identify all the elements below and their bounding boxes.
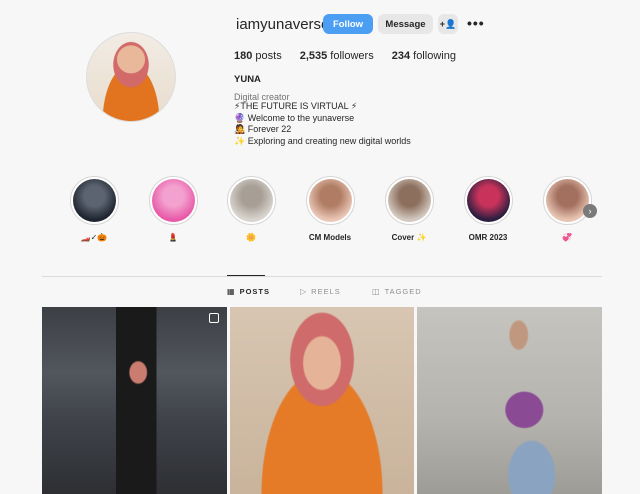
followers-stat[interactable]: 2,535 followers	[300, 50, 374, 62]
more-options-icon[interactable]: •••	[467, 15, 485, 31]
chevron-right-icon[interactable]: ›	[583, 204, 597, 218]
highlight-item[interactable]: 🏎️✓🎃	[64, 176, 124, 242]
follow-button[interactable]: Follow	[323, 14, 373, 34]
message-button[interactable]: Message	[378, 14, 433, 34]
highlight-ring	[226, 176, 276, 225]
tabs-divider	[42, 276, 602, 277]
followers-count: 2,535	[299, 50, 328, 62]
tab-label: TAGGED	[384, 287, 422, 296]
profile-username: iamyunaverse	[236, 16, 330, 33]
post-thumbnail[interactable]	[417, 307, 602, 494]
highlight-label: 💞	[562, 233, 572, 242]
profile-name: YUNA	[234, 74, 261, 85]
highlight-ring	[384, 176, 434, 225]
profile-avatar[interactable]	[86, 32, 176, 122]
highlight-ring	[542, 176, 592, 225]
highlight-label: Cover ✨	[391, 233, 427, 242]
post-thumbnail[interactable]	[42, 307, 227, 494]
highlight-item[interactable]: CM Models	[300, 176, 360, 242]
following-stat[interactable]: 234 following	[392, 50, 456, 62]
following-label: following	[410, 50, 456, 62]
post-thumbnail[interactable]	[230, 307, 414, 494]
bio-line: 🔮 Welcome to the yunaverse	[234, 112, 355, 123]
highlight-cover	[308, 179, 352, 222]
tab-reels[interactable]: ▷ REELS	[300, 287, 341, 296]
bio-line: 🧑‍🎤 Forever 22	[234, 124, 292, 134]
reels-icon: ▷	[300, 287, 308, 296]
posts-count: 180	[234, 50, 253, 62]
highlight-cover	[466, 179, 510, 222]
profile-stats: 180 posts 2,535 followers 234 following	[234, 50, 474, 62]
highlight-cover	[387, 179, 431, 222]
tagged-icon: ◫	[372, 287, 381, 296]
highlight-item[interactable]: 🌼	[221, 176, 281, 242]
highlight-label: 💄	[168, 233, 178, 242]
carousel-icon	[209, 313, 219, 323]
highlight-label: OMR 2023	[468, 233, 508, 242]
highlight-cover	[72, 179, 116, 222]
followers-label: followers	[327, 50, 374, 62]
tab-tagged[interactable]: ◫ TAGGED	[372, 287, 422, 296]
highlight-item[interactable]: OMR 2023	[458, 176, 518, 242]
highlight-item[interactable]: Cover ✨	[379, 176, 439, 242]
suggested-accounts-icon[interactable]: +👤	[438, 14, 458, 34]
posts-label: posts	[252, 50, 282, 62]
highlight-cover	[151, 179, 195, 222]
highlight-ring	[69, 176, 119, 225]
following-count: 234	[391, 50, 411, 62]
highlight-cover	[229, 179, 273, 222]
highlight-ring	[305, 176, 355, 225]
highlight-label: 🌼	[246, 233, 256, 242]
tab-posts[interactable]: ▦ POSTS	[227, 287, 270, 296]
highlight-label: 🏎️✓🎃	[80, 233, 108, 242]
profile-bio: ⚡THE FUTURE IS VIRTUAL ⚡ 🔮 Welcome to th…	[234, 101, 411, 147]
bio-line: ✨ Exploring and creating new digital wor…	[234, 135, 411, 146]
bio-line: ⚡THE FUTURE IS VIRTUAL ⚡	[234, 101, 358, 111]
posts-stat: 180 posts	[234, 50, 282, 62]
tab-label: POSTS	[239, 287, 270, 296]
highlight-ring	[463, 176, 513, 225]
highlight-cover	[545, 179, 589, 222]
highlight-label: CM Models	[308, 233, 352, 242]
tab-label: REELS	[311, 287, 341, 296]
grid-icon: ▦	[227, 287, 236, 296]
active-tab-indicator	[227, 275, 265, 276]
highlight-item[interactable]: 💄	[143, 176, 203, 242]
highlight-ring	[148, 176, 198, 225]
